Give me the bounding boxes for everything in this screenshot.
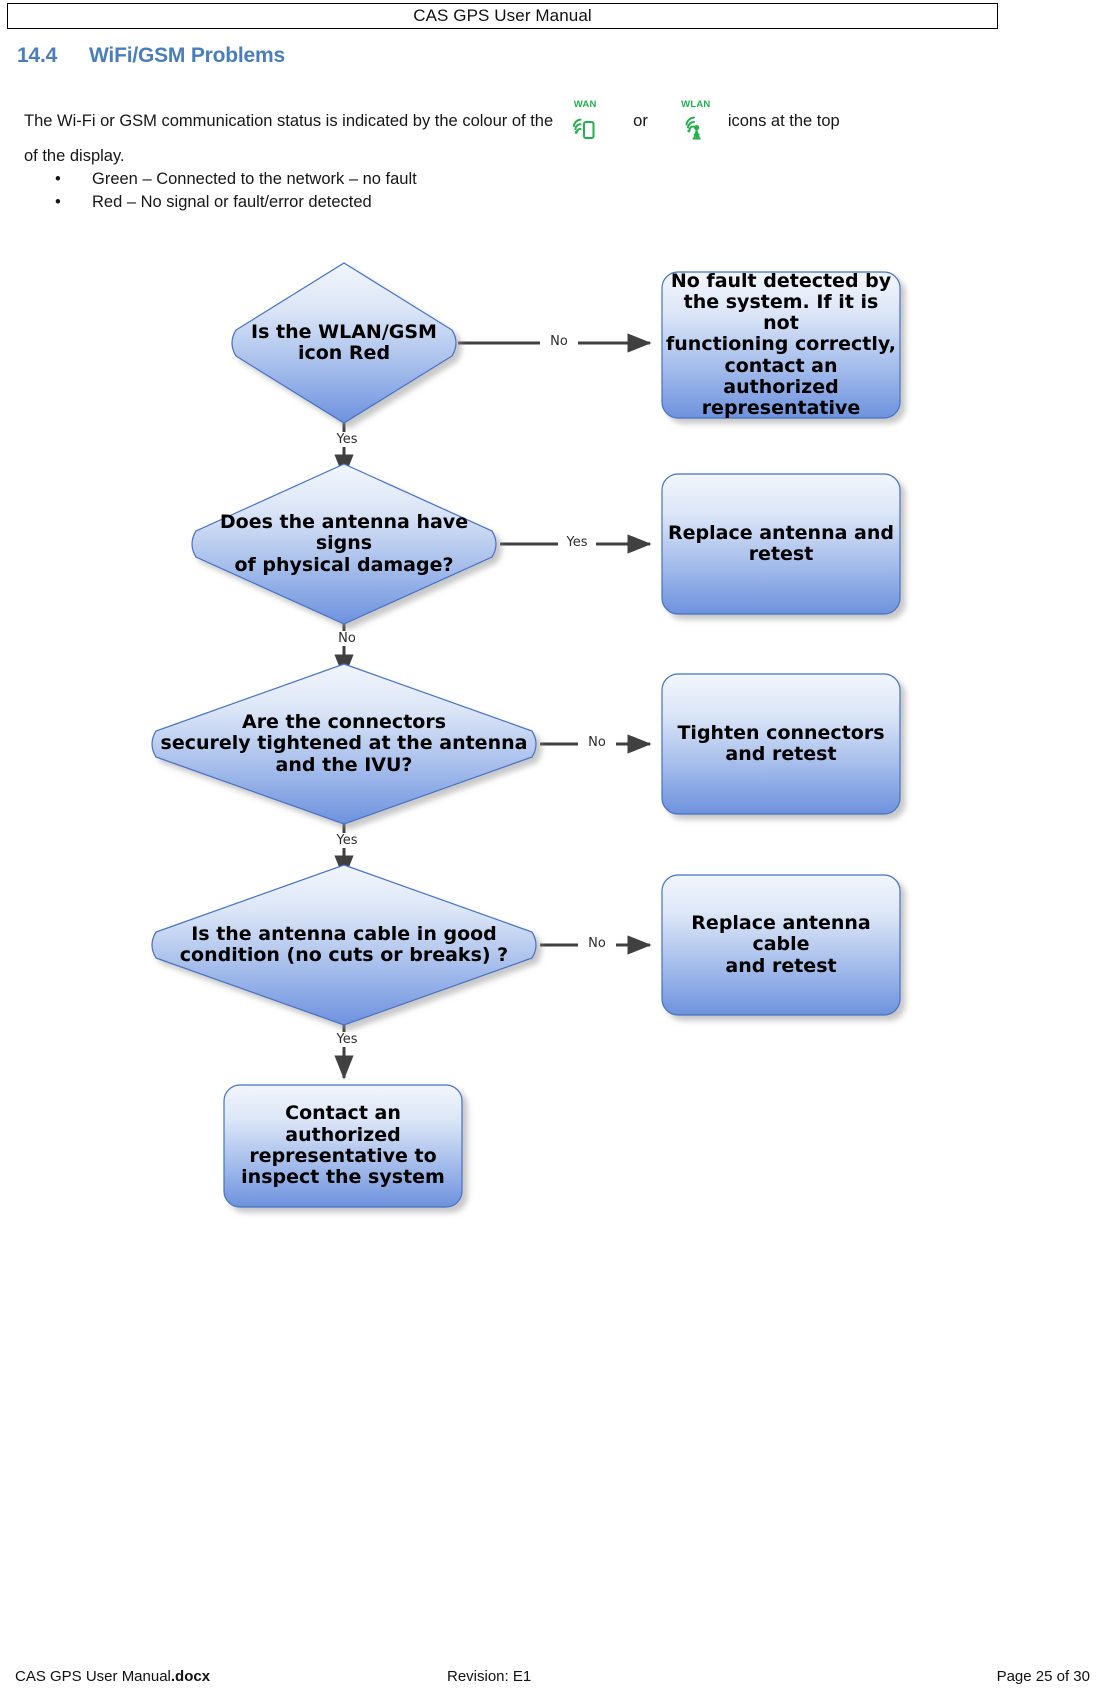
edge-label-d3-d4: Yes — [328, 833, 366, 848]
footer-revision: Revision: E1 — [447, 1668, 532, 1685]
list-item-label: Red – No signal or fault/error detected — [92, 193, 372, 211]
bullet-icon: • — [55, 193, 61, 211]
bullet-icon: • — [55, 170, 61, 188]
edge-label-d1-d2: Yes — [328, 432, 366, 447]
wan-signal-phone-icon: WAN — [553, 100, 617, 146]
edge-label-d2-d3: No — [328, 631, 366, 646]
edge-label-d4-b4: No — [578, 936, 616, 951]
footer-document-name: CAS GPS User Manual.docx — [15, 1668, 210, 1685]
edge-label-d3-b3: No — [578, 735, 616, 750]
flow-node-d1[interactable] — [231, 262, 457, 424]
list-item: • Green – Connected to the network – no … — [55, 168, 417, 191]
flow-node-d2[interactable] — [191, 463, 497, 625]
wan-icon-label: WAN — [573, 99, 597, 110]
flow-node-d4[interactable] — [151, 864, 537, 1026]
intro-paragraph: The Wi-Fi or GSM communication status is… — [24, 98, 984, 167]
flow-node-d3[interactable] — [151, 663, 537, 825]
flow-node-b2[interactable] — [661, 473, 901, 615]
wlan-icon-label: WLAN — [681, 99, 711, 110]
footer-page-number: Page 25 of 30 — [996, 1668, 1090, 1685]
section-title: WiFi/GSM Problems — [89, 44, 285, 67]
section-number: 14.4 — [17, 44, 58, 67]
wan-icon-glyph — [570, 111, 600, 147]
footer-doc-extension: .docx — [170, 1668, 211, 1685]
edge-label-d1-b1: No — [540, 334, 578, 349]
list-item: • Red – No signal or fault/error detecte… — [55, 191, 417, 214]
flowchart-canvas — [151, 262, 901, 1208]
flow-node-b3[interactable] — [661, 673, 901, 815]
page-title: 14.4 WiFi/GSM Problems — [17, 44, 285, 68]
footer-doc-base: CAS GPS User Manual — [15, 1668, 171, 1685]
header-title: CAS GPS User Manual — [413, 6, 592, 25]
list-item-label: Green – Connected to the network – no fa… — [92, 170, 417, 188]
edge-label-d4-b5: Yes — [328, 1032, 366, 1047]
flow-node-b4[interactable] — [661, 874, 901, 1016]
intro-or-word: or — [633, 112, 648, 130]
flow-node-b5[interactable] — [223, 1084, 463, 1208]
troubleshooting-flowchart: Is the WLAN/GSM icon Red No fault detect… — [0, 240, 1105, 1250]
intro-text-part-2: icons at the top — [727, 112, 840, 130]
page-header: CAS GPS User Manual — [7, 3, 998, 29]
status-legend-list: • Green – Connected to the network – no … — [55, 168, 417, 214]
edge-label-d2-b2: Yes — [558, 535, 596, 550]
flow-node-b1[interactable] — [661, 271, 901, 419]
intro-text-part-1: The Wi-Fi or GSM communication status is… — [24, 112, 554, 130]
wlan-signal-tower-icon: WLAN — [664, 100, 728, 146]
intro-text-line-2: of the display. — [24, 147, 125, 165]
wlan-icon-glyph — [681, 111, 711, 147]
